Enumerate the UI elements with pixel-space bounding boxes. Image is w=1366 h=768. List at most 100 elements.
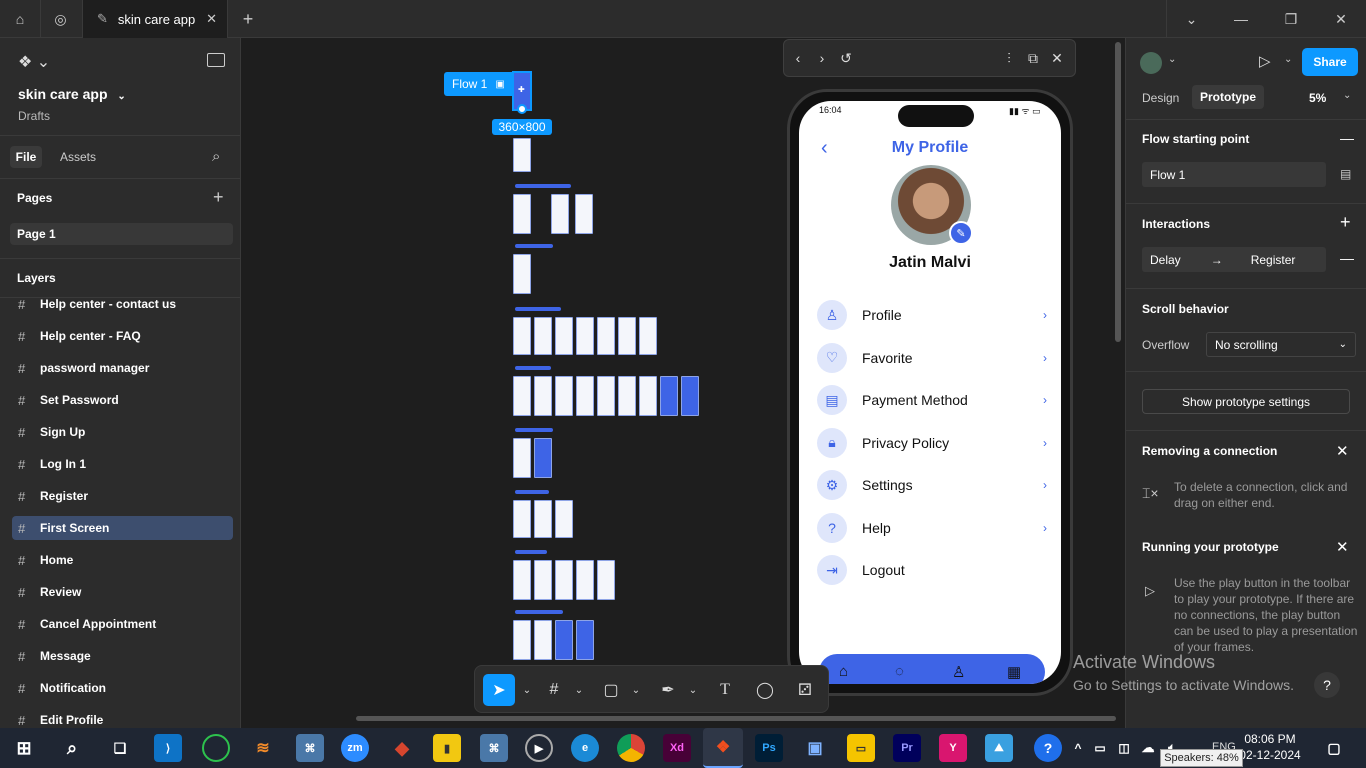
remove-icon[interactable]: —: [1340, 130, 1354, 146]
frame-thumbnail[interactable]: [534, 560, 552, 600]
frame-thumbnail[interactable]: [551, 194, 569, 234]
minimize-button[interactable]: —: [1216, 0, 1266, 38]
layer-item[interactable]: # Register: [12, 484, 233, 508]
frame-thumbnail[interactable]: [555, 376, 573, 416]
frame-thumbnail[interactable]: [555, 317, 573, 355]
description-icon[interactable]: ▤: [1340, 167, 1351, 181]
loader-icon[interactable]: [202, 734, 230, 762]
sidebar-toggle-icon[interactable]: [207, 53, 225, 67]
powerbi-icon[interactable]: ▮: [433, 734, 461, 762]
menu-item-logout[interactable]: ⇥ Logout: [817, 555, 1047, 585]
clock-date[interactable]: 02-12-2024: [1236, 748, 1304, 762]
add-page-icon[interactable]: +: [213, 187, 224, 208]
frame-thumbnail[interactable]: [576, 317, 594, 355]
media-player-icon[interactable]: ▶: [525, 734, 553, 762]
menu-item-settings[interactable]: ⚙ Settings ›: [817, 470, 1047, 500]
search-icon[interactable]: ⌕: [58, 734, 86, 762]
restart-icon[interactable]: ↺: [837, 49, 855, 67]
frame-thumbnail[interactable]: [513, 317, 531, 355]
frame-thumbnail[interactable]: [618, 376, 636, 416]
chevron-down-icon[interactable]: ⌄: [515, 678, 539, 702]
frame-thumbnail[interactable]: [534, 500, 552, 538]
chevron-down-icon[interactable]: ⌄: [624, 678, 648, 702]
notifications-icon[interactable]: ▢: [1320, 734, 1348, 762]
vertical-scrollbar[interactable]: [1115, 42, 1121, 342]
user-icon[interactable]: ♙: [952, 663, 965, 681]
close-icon[interactable]: ✕: [1336, 538, 1349, 556]
layer-item[interactable]: # Edit Profile: [12, 708, 233, 728]
text-tool-icon[interactable]: T: [713, 678, 737, 702]
close-icon[interactable]: ✕: [1336, 442, 1349, 460]
move-tool-icon[interactable]: ➤: [483, 674, 515, 706]
new-tab-icon[interactable]: +: [228, 0, 268, 38]
photoshop-icon[interactable]: Ps: [755, 734, 783, 762]
interaction-row[interactable]: Delay → Register: [1142, 247, 1326, 272]
frame-thumbnail[interactable]: [576, 620, 594, 660]
premiere-icon[interactable]: Pr: [893, 734, 921, 762]
frame-thumbnail[interactable]: [597, 560, 615, 600]
tab-assets[interactable]: Assets: [60, 150, 96, 164]
task-view-icon[interactable]: ❏: [106, 734, 134, 762]
layer-item[interactable]: # Review: [12, 580, 233, 604]
share-button[interactable]: Share: [1302, 48, 1358, 76]
frame-thumbnail[interactable]: [555, 620, 573, 660]
frame-thumbnail[interactable]: [513, 194, 531, 234]
figma-menu-icon[interactable]: ❖ ⌄: [18, 52, 50, 72]
comment-tool-icon[interactable]: ◯: [753, 678, 777, 702]
windows-start-icon[interactable]: ⊞: [10, 734, 38, 762]
layer-item[interactable]: # Sign Up: [12, 420, 233, 444]
connection-handle[interactable]: [517, 104, 527, 114]
layer-item[interactable]: # Help center - FAQ: [12, 324, 233, 348]
frame-thumbnail[interactable]: [555, 560, 573, 600]
menu-item-favorite[interactable]: ♡ Favorite ›: [817, 342, 1047, 373]
page-item-page-1[interactable]: Page 1: [10, 223, 233, 245]
horizontal-scrollbar[interactable]: [356, 716, 1116, 721]
zoom-level[interactable]: 5%: [1309, 91, 1326, 105]
frame-thumbnail[interactable]: [513, 254, 531, 294]
frame-thumbnail[interactable]: [555, 500, 573, 538]
app-icon[interactable]: ⌘: [480, 734, 508, 762]
layer-item[interactable]: # Help center - contact us: [12, 292, 233, 316]
close-tab-icon[interactable]: ✕: [206, 11, 217, 27]
close-icon[interactable]: ✕: [1048, 49, 1066, 67]
search-icon[interactable]: ⌕: [212, 148, 220, 165]
layer-item[interactable]: # password manager: [12, 356, 233, 380]
file-explorer-icon[interactable]: ▭: [847, 734, 875, 762]
show-prototype-settings-button[interactable]: Show prototype settings: [1142, 389, 1350, 414]
frame-thumbnail[interactable]: [618, 317, 636, 355]
frame-thumbnail[interactable]: [534, 376, 552, 416]
layer-item[interactable]: # Message: [12, 644, 233, 668]
menu-item-payment-method[interactable]: ▤ Payment Method ›: [817, 385, 1047, 415]
help-button[interactable]: ?: [1314, 672, 1340, 698]
home-icon[interactable]: ⌂: [839, 663, 848, 680]
frame-thumbnail[interactable]: [597, 317, 615, 355]
frame-thumbnail[interactable]: [639, 376, 657, 416]
layer-item[interactable]: # Cancel Appointment: [12, 612, 233, 636]
frame-thumbnail[interactable]: [575, 194, 593, 234]
tab-skin-care-app[interactable]: ✎ skin care app ✕: [82, 0, 228, 38]
frame-thumbnail[interactable]: [513, 500, 531, 538]
frame-thumbnail[interactable]: [660, 376, 678, 416]
zoom-icon[interactable]: zm: [341, 734, 369, 762]
frame-thumbnail[interactable]: [576, 376, 594, 416]
remove-interaction-icon[interactable]: —: [1340, 250, 1354, 266]
settings-sliders-icon[interactable]: ⫶: [1000, 49, 1018, 67]
play-icon[interactable]: ▷: [1259, 52, 1271, 70]
app-icon[interactable]: ≋: [249, 734, 277, 762]
git-icon[interactable]: ◆: [388, 734, 416, 762]
menu-item-profile[interactable]: ♙ Profile ›: [817, 300, 1047, 330]
project-name[interactable]: skin care app ⌄: [18, 86, 126, 102]
menu-item-privacy-policy[interactable]: 🔒︎ Privacy Policy ›: [817, 427, 1047, 458]
maximize-button[interactable]: ❐: [1266, 0, 1316, 38]
flow-name-field[interactable]: Flow 1: [1142, 162, 1326, 187]
frame-thumbnail[interactable]: [597, 376, 615, 416]
chrome-icon[interactable]: [617, 734, 645, 762]
layer-item[interactable]: # First Screen: [12, 516, 233, 540]
layer-item[interactable]: # Notification: [12, 676, 233, 700]
globe-icon[interactable]: ◎: [40, 0, 80, 38]
frame-thumbnail[interactable]: [513, 376, 531, 416]
layer-item[interactable]: # Set Password: [12, 388, 233, 412]
rectangle-tool-icon[interactable]: ▢: [599, 678, 623, 702]
clock-time[interactable]: 08:06 PM: [1240, 732, 1300, 746]
close-window-button[interactable]: ✕: [1316, 0, 1366, 38]
